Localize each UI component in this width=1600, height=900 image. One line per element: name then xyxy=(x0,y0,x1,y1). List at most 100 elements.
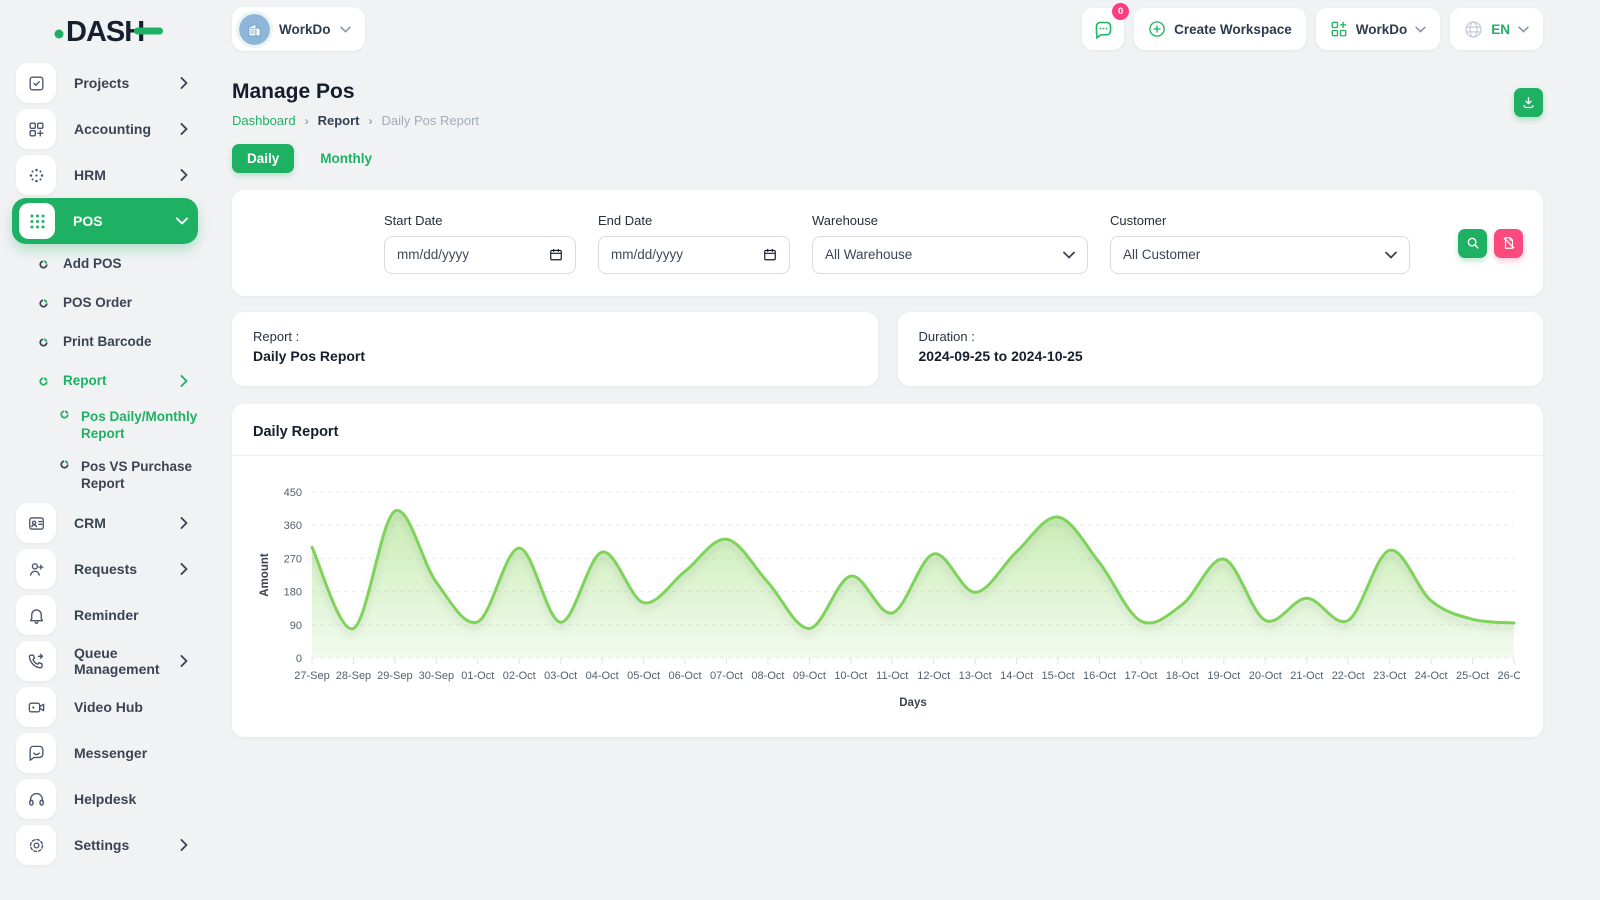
queue-icon xyxy=(16,641,56,681)
chevron-down-icon xyxy=(1415,26,1426,33)
chevron-right-icon xyxy=(180,839,188,851)
report-card-value: Daily Pos Report xyxy=(253,348,857,364)
x-tick-label: 04-Oct xyxy=(586,670,619,682)
y-axis-title: Amount xyxy=(259,553,271,597)
sidebar-item-reminder[interactable]: Reminder xyxy=(12,592,198,638)
duration-card-value: 2024-09-25 to 2024-10-25 xyxy=(919,348,1523,364)
end-date-placeholder: mm/dd/yyyy xyxy=(611,247,683,262)
sidebar-item-report[interactable]: Report xyxy=(12,361,198,400)
projects-icon xyxy=(16,63,56,103)
x-tick-label: 10-Oct xyxy=(834,670,867,682)
sidebar-item-helpdesk[interactable]: Helpdesk xyxy=(12,776,198,822)
x-tick-label: 18-Oct xyxy=(1166,670,1199,682)
sidebar-item-projects[interactable]: Projects xyxy=(12,60,198,106)
submenu-bullet-icon xyxy=(39,299,48,308)
topbar: DASH WorkDo 0 xyxy=(0,0,1600,58)
building-icon xyxy=(246,21,263,38)
breadcrumb-report[interactable]: Report xyxy=(318,113,360,128)
chevron-right-icon xyxy=(180,375,188,387)
calendar-icon xyxy=(549,247,563,262)
workspace-avatar xyxy=(239,14,270,45)
sidebar-item-video-hub[interactable]: Video Hub xyxy=(12,684,198,730)
messages-button[interactable]: 0 xyxy=(1082,8,1124,50)
customer-select[interactable]: All Customer xyxy=(1110,236,1410,274)
x-tick-label: 11-Oct xyxy=(876,670,908,682)
download-report-button[interactable] xyxy=(1514,88,1543,117)
sidebar-item-pos-vs-purchase-report[interactable]: Pos VS Purchase Report xyxy=(12,450,198,500)
workspace-switcher[interactable]: WorkDo xyxy=(1316,8,1441,50)
sidebar-item-accounting[interactable]: Accounting xyxy=(12,106,198,152)
reset-filter-button[interactable] xyxy=(1494,229,1523,258)
sidebar-item-settings[interactable]: Settings xyxy=(12,822,198,868)
end-date-input[interactable]: mm/dd/yyyy xyxy=(598,236,790,274)
sidebar-item-queue-management[interactable]: Queue Management xyxy=(12,638,198,684)
report-card: Report : Daily Pos Report xyxy=(232,312,878,386)
chevron-right-icon xyxy=(180,563,188,575)
duration-card: Duration : 2024-09-25 to 2024-10-25 xyxy=(898,312,1544,386)
summary-cards: Report : Daily Pos Report Duration : 202… xyxy=(232,312,1543,386)
warehouse-select[interactable]: All Warehouse xyxy=(812,236,1088,274)
settings-icon xyxy=(16,825,56,865)
start-date-label: Start Date xyxy=(384,213,576,228)
sidebar-item-add-pos[interactable]: Add POS xyxy=(12,244,198,283)
end-date-label: End Date xyxy=(598,213,790,228)
tab-monthly[interactable]: Monthly xyxy=(320,151,372,166)
submenu-bullet-icon xyxy=(60,410,69,419)
app-logo[interactable]: DASH xyxy=(0,9,232,49)
search-icon xyxy=(1466,236,1480,250)
filter-actions xyxy=(1458,229,1523,258)
x-axis-title: Days xyxy=(899,697,927,709)
chat-bubble-icon xyxy=(1093,19,1114,40)
sidebar-item-pos-daily-monthly-report[interactable]: Pos Daily/Monthly Report xyxy=(12,400,198,450)
workspace-switcher-label: WorkDo xyxy=(1356,22,1408,37)
messages-badge: 0 xyxy=(1112,3,1129,20)
workspace-selector[interactable]: WorkDo xyxy=(232,7,365,51)
reminder-icon xyxy=(16,595,56,635)
sidebar-item-pos[interactable]: POS xyxy=(12,198,198,244)
plus-circle-icon xyxy=(1148,20,1166,38)
breadcrumb-separator: › xyxy=(369,114,373,128)
download-icon xyxy=(1521,95,1536,110)
chevron-down-icon xyxy=(340,26,351,33)
x-tick-label: 17-Oct xyxy=(1124,670,1157,682)
warehouse-field: Warehouse All Warehouse xyxy=(812,213,1088,274)
customer-field: Customer All Customer xyxy=(1110,213,1410,274)
helpdesk-icon xyxy=(16,779,56,819)
x-tick-label: 03-Oct xyxy=(544,670,577,682)
daily-report-chart[interactable]: 090180270360450 27-Sep28-Sep29-Sep30-Sep… xyxy=(232,456,1543,723)
sidebar-item-messenger[interactable]: Messenger xyxy=(12,730,198,776)
area-chart-svg[interactable]: 090180270360450 27-Sep28-Sep29-Sep30-Sep… xyxy=(254,466,1520,718)
sidebar-item-pos-order[interactable]: POS Order xyxy=(12,283,198,322)
x-tick-label: 22-Oct xyxy=(1332,670,1365,682)
x-tick-label: 08-Oct xyxy=(751,670,784,682)
x-tick-label: 29-Sep xyxy=(377,670,412,682)
sidebar-item-requests[interactable]: Requests xyxy=(12,546,198,592)
filter-bar: Start Date mm/dd/yyyy End Date mm/dd/yyy… xyxy=(232,190,1543,296)
x-tick-label: 01-Oct xyxy=(461,670,494,682)
x-tick-label: 09-Oct xyxy=(793,670,826,682)
submenu-bullet-icon xyxy=(60,460,69,469)
topbar-actions: 0 Create Workspace WorkDo xyxy=(1082,8,1543,50)
x-tick-label: 27-Sep xyxy=(294,670,329,682)
page-header: Manage Pos Dashboard › Report › Daily Po… xyxy=(232,80,1543,128)
report-card-label: Report : xyxy=(253,329,857,344)
page-title: Manage Pos xyxy=(232,80,479,104)
tab-daily[interactable]: Daily xyxy=(232,144,294,173)
chevron-down-icon xyxy=(1063,251,1075,259)
workspace-name: WorkDo xyxy=(279,22,331,37)
breadcrumb-dashboard[interactable]: Dashboard xyxy=(232,113,296,128)
messenger-icon xyxy=(16,733,56,773)
accounting-icon xyxy=(16,109,56,149)
x-tick-label: 15-Oct xyxy=(1042,670,1075,682)
sidebar-item-hrm[interactable]: HRM xyxy=(12,152,198,198)
apply-filter-button[interactable] xyxy=(1458,229,1487,258)
sidebar-item-print-barcode[interactable]: Print Barcode xyxy=(12,322,198,361)
start-date-input[interactable]: mm/dd/yyyy xyxy=(384,236,576,274)
report-period-tabs: Daily Monthly xyxy=(232,144,1543,173)
requests-icon xyxy=(16,549,56,589)
sidebar: ProjectsAccountingHRMPOSAdd POSPOS Order… xyxy=(12,60,198,868)
sidebar-item-crm[interactable]: CRM xyxy=(12,500,198,546)
create-workspace-button[interactable]: Create Workspace xyxy=(1134,8,1306,50)
language-label: EN xyxy=(1491,22,1510,37)
language-selector[interactable]: EN xyxy=(1450,8,1543,50)
